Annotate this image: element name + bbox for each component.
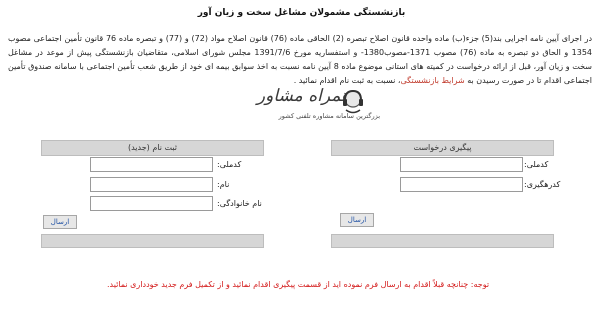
register-result-bar	[41, 234, 264, 248]
page: بازنشستگی مشمولان مشاغل سخت و زیان آور د…	[0, 0, 603, 311]
page-title: بازنشستگی مشمولان مشاغل سخت و زیان آور	[197, 8, 406, 18]
register-last-name-input[interactable]	[90, 196, 213, 211]
followup-panel-header: پیگیری درخواست	[331, 140, 554, 156]
watermark: همراه مشاور بزرگترین سامانه مشاوره تلفنی…	[230, 86, 380, 130]
followup-national-id-input[interactable]	[400, 157, 523, 172]
followup-result-bar	[331, 234, 554, 248]
watermark-slogan: بزرگترین سامانه مشاوره تلفنی کشور	[278, 112, 380, 120]
register-national-id-input[interactable]	[90, 157, 213, 172]
followup-tracking-code-label: کدرهگیری:	[524, 180, 561, 189]
followup-panel: پیگیری درخواست کدملی: کدرهگیری: ارسال	[331, 140, 560, 248]
register-submit-button[interactable]: ارسال	[43, 215, 77, 229]
watermark-brand: همراه مشاور	[256, 86, 350, 106]
register-national-id-label: کدملی:	[217, 160, 242, 169]
followup-submit-button[interactable]: ارسال	[340, 213, 374, 227]
register-first-name-label: نام:	[217, 180, 230, 189]
register-panel-header: ثبت نام (جدید)	[41, 140, 264, 156]
register-first-name-input[interactable]	[90, 177, 213, 192]
followup-tracking-code-input[interactable]	[400, 177, 523, 192]
register-last-name-label: نام خانوادگی:	[217, 199, 262, 208]
register-panel: ثبت نام (جدید) کدملی: نام: نام خانوادگی:…	[41, 140, 264, 248]
followup-national-id-label: کدملی:	[524, 160, 549, 169]
intro-paragraph: در اجرای آیین نامه اجرایی بند(5) جزء(ب) …	[8, 32, 592, 88]
retirement-conditions-link[interactable]: شرایط بازنشستگی	[400, 76, 464, 85]
intro-text-end: ، نسبت به ثبت نام اقدام نمائید .	[293, 76, 401, 85]
warning-note: توجه: چنانچه قبلاً اقدام به ارسال فرم نم…	[106, 280, 490, 289]
headset-icon	[340, 88, 366, 118]
